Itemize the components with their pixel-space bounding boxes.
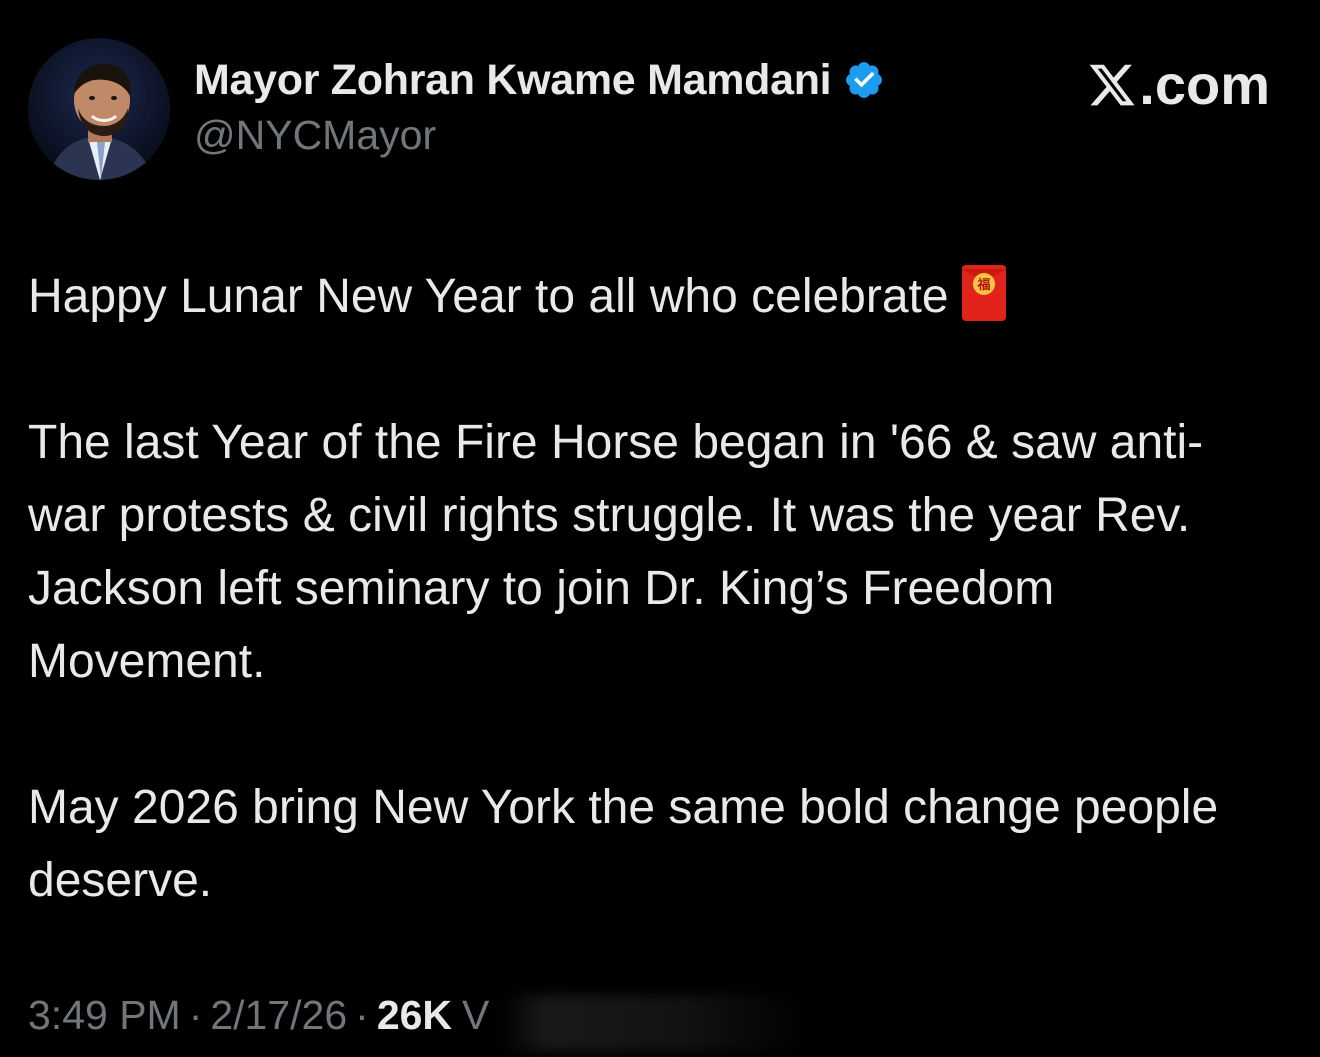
red-envelope-icon: 福 (961, 265, 1006, 321)
author-name-row[interactable]: Mayor Zohran Kwame Mamdani (194, 52, 885, 108)
author-handle[interactable]: @NYCMayor (194, 112, 436, 159)
meta-separator-1: · (188, 992, 203, 1038)
post-paragraph-1-text: Happy Lunar New Year to all who celebrat… (28, 270, 949, 323)
redaction-blur (500, 995, 810, 1051)
brand-watermark: .com (1087, 52, 1270, 117)
post-paragraph-2: The last Year of the Fire Horse began in… (28, 416, 1204, 688)
brand-label: .com (1139, 53, 1270, 116)
verified-badge-icon (846, 62, 883, 98)
post-card: Mayor Zohran Kwame Mamdani @NYCMayor .co… (0, 0, 1320, 1057)
post-paragraph-3: May 2026 bring New York the same bold ch… (28, 781, 1219, 907)
views-label: V (462, 992, 490, 1038)
post-body: Happy Lunar New Year to all who celebrat… (28, 260, 1268, 917)
post-meta: 3:49 PM · 2/17/26 · 26K V (28, 992, 489, 1039)
views-count[interactable]: 26K (377, 992, 452, 1039)
avatar-photo-icon (28, 38, 170, 180)
avatar[interactable] (28, 38, 170, 180)
x-logo-icon (1089, 64, 1135, 105)
post-date[interactable]: 2/17/26 (210, 992, 347, 1039)
svg-text:福: 福 (976, 277, 990, 293)
meta-separator-2: · (355, 992, 369, 1038)
post-paragraph-1: Happy Lunar New Year to all who celebrat… (28, 260, 1268, 333)
author-display-name[interactable]: Mayor Zohran Kwame Mamdani (194, 56, 832, 105)
post-time[interactable]: 3:49 PM (28, 992, 181, 1039)
